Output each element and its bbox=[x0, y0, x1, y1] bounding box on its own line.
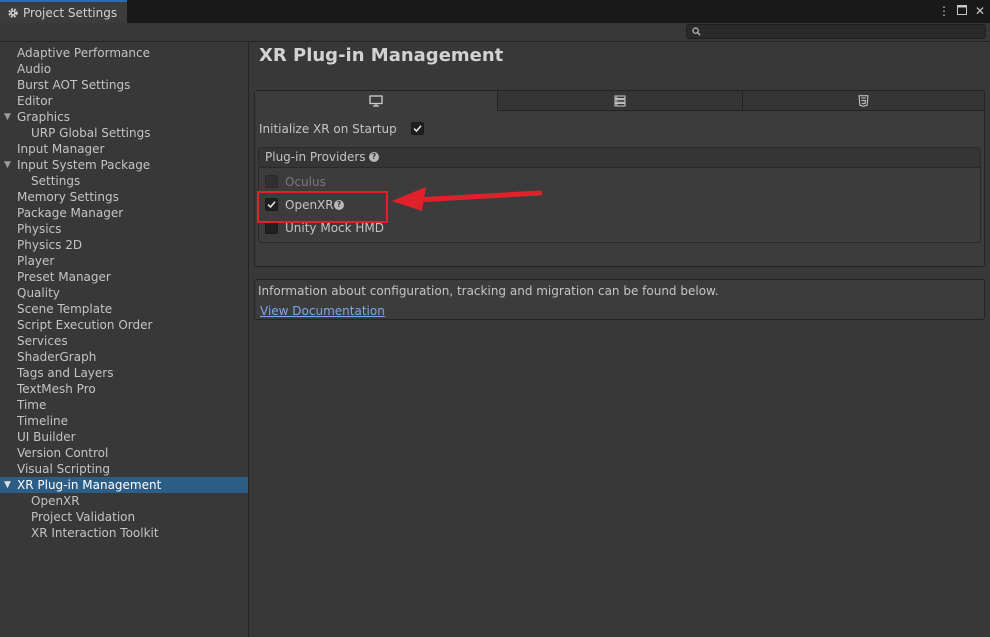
sidebar-item-physics[interactable]: Physics bbox=[0, 221, 248, 237]
annotation-highlight-box bbox=[257, 191, 388, 223]
sidebar-item-package-manager[interactable]: Package Manager bbox=[0, 205, 248, 221]
sidebar-item-ui-builder[interactable]: UI Builder bbox=[0, 429, 248, 445]
close-icon[interactable]: ✕ bbox=[974, 3, 986, 19]
sidebar-item-visual-scripting[interactable]: Visual Scripting bbox=[0, 461, 248, 477]
sidebar-item-xr-plugin-management[interactable]: ▼ XR Plug-in Management bbox=[0, 477, 248, 493]
sidebar-item-time[interactable]: Time bbox=[0, 397, 248, 413]
tab-title: Project Settings bbox=[23, 5, 118, 20]
sidebar-item-input-system[interactable]: ▼ Input System Package bbox=[0, 157, 248, 173]
init-xr-checkbox[interactable] bbox=[411, 122, 424, 135]
settings-sidebar: Adaptive Performance Audio Burst AOT Set… bbox=[0, 42, 248, 637]
toolbar bbox=[0, 23, 990, 42]
sidebar-item-shadergraph[interactable]: ShaderGraph bbox=[0, 349, 248, 365]
sidebar-item-audio[interactable]: Audio bbox=[0, 61, 248, 77]
tab-webgl[interactable] bbox=[743, 91, 984, 111]
sidebar-item-script-execution[interactable]: Script Execution Order bbox=[0, 317, 248, 333]
sidebar-item-physics-2d[interactable]: Physics 2D bbox=[0, 237, 248, 253]
window-tab-bar: Project Settings ⋮ ✕ bbox=[0, 0, 990, 23]
expand-arrow-icon[interactable]: ▼ bbox=[4, 109, 11, 125]
sidebar-item-timeline[interactable]: Timeline bbox=[0, 413, 248, 429]
platform-panel: Initialize XR on Startup Plug-in Provide… bbox=[254, 90, 985, 267]
sidebar-item-input-manager[interactable]: Input Manager bbox=[0, 141, 248, 157]
window-controls: ⋮ ✕ bbox=[938, 3, 986, 19]
search-field[interactable] bbox=[686, 24, 986, 39]
sidebar-item-tags-layers[interactable]: Tags and Layers bbox=[0, 365, 248, 381]
kebab-menu-icon[interactable]: ⋮ bbox=[938, 3, 950, 19]
oculus-checkbox bbox=[265, 175, 278, 188]
view-documentation-link[interactable]: View Documentation bbox=[260, 304, 385, 318]
server-icon bbox=[614, 95, 626, 106]
sidebar-item-memory[interactable]: Memory Settings bbox=[0, 189, 248, 205]
maximize-icon[interactable] bbox=[956, 3, 968, 19]
sidebar-item-adaptive-performance[interactable]: Adaptive Performance bbox=[0, 45, 248, 61]
sidebar-item-openxr[interactable]: OpenXR bbox=[0, 493, 248, 509]
tab-dedicated-server[interactable] bbox=[498, 91, 743, 111]
sidebar-item-input-settings[interactable]: Settings bbox=[0, 173, 248, 189]
sidebar-item-project-validation[interactable]: Project Validation bbox=[0, 509, 248, 525]
plugin-providers-title: Plug-in Providers bbox=[265, 150, 366, 164]
html5-icon bbox=[858, 94, 869, 107]
annotation-arrow-icon bbox=[392, 187, 542, 211]
search-input[interactable] bbox=[705, 25, 981, 38]
plugin-providers-header: Plug-in Providers ? bbox=[259, 148, 980, 168]
sidebar-item-scene-template[interactable]: Scene Template bbox=[0, 301, 248, 317]
settings-content: XR Plug-in Management Initialize XR on S… bbox=[249, 42, 990, 637]
page-title: XR Plug-in Management bbox=[259, 45, 504, 66]
gear-icon bbox=[8, 7, 18, 18]
expand-arrow-icon[interactable]: ▼ bbox=[4, 477, 11, 493]
sidebar-item-editor[interactable]: Editor bbox=[0, 93, 248, 109]
project-settings-tab[interactable]: Project Settings bbox=[0, 0, 127, 23]
checkmark-icon bbox=[413, 125, 422, 133]
sidebar-item-player[interactable]: Player bbox=[0, 253, 248, 269]
sidebar-item-xr-interaction-toolkit[interactable]: XR Interaction Toolkit bbox=[0, 525, 248, 541]
sidebar-item-graphics[interactable]: ▼ Graphics bbox=[0, 109, 248, 125]
tab-standalone[interactable] bbox=[255, 91, 498, 111]
sidebar-item-textmesh-pro[interactable]: TextMesh Pro bbox=[0, 381, 248, 397]
provider-mock-hmd-label: Unity Mock HMD bbox=[285, 221, 385, 235]
sidebar-item-preset-manager[interactable]: Preset Manager bbox=[0, 269, 248, 285]
info-box: Information about configuration, trackin… bbox=[254, 279, 985, 320]
init-xr-label: Initialize XR on Startup bbox=[259, 122, 397, 136]
sidebar-item-urp-global[interactable]: URP Global Settings bbox=[0, 125, 248, 141]
search-icon bbox=[692, 27, 701, 36]
sidebar-item-version-control[interactable]: Version Control bbox=[0, 445, 248, 461]
info-text: Information about configuration, trackin… bbox=[258, 284, 719, 298]
help-icon[interactable]: ? bbox=[369, 152, 379, 162]
sidebar-item-services[interactable]: Services bbox=[0, 333, 248, 349]
sidebar-item-quality[interactable]: Quality bbox=[0, 285, 248, 301]
desktop-icon bbox=[369, 95, 383, 107]
provider-oculus-label: Oculus bbox=[285, 175, 326, 189]
sidebar-item-burst-aot[interactable]: Burst AOT Settings bbox=[0, 77, 248, 93]
expand-arrow-icon[interactable]: ▼ bbox=[4, 157, 11, 173]
